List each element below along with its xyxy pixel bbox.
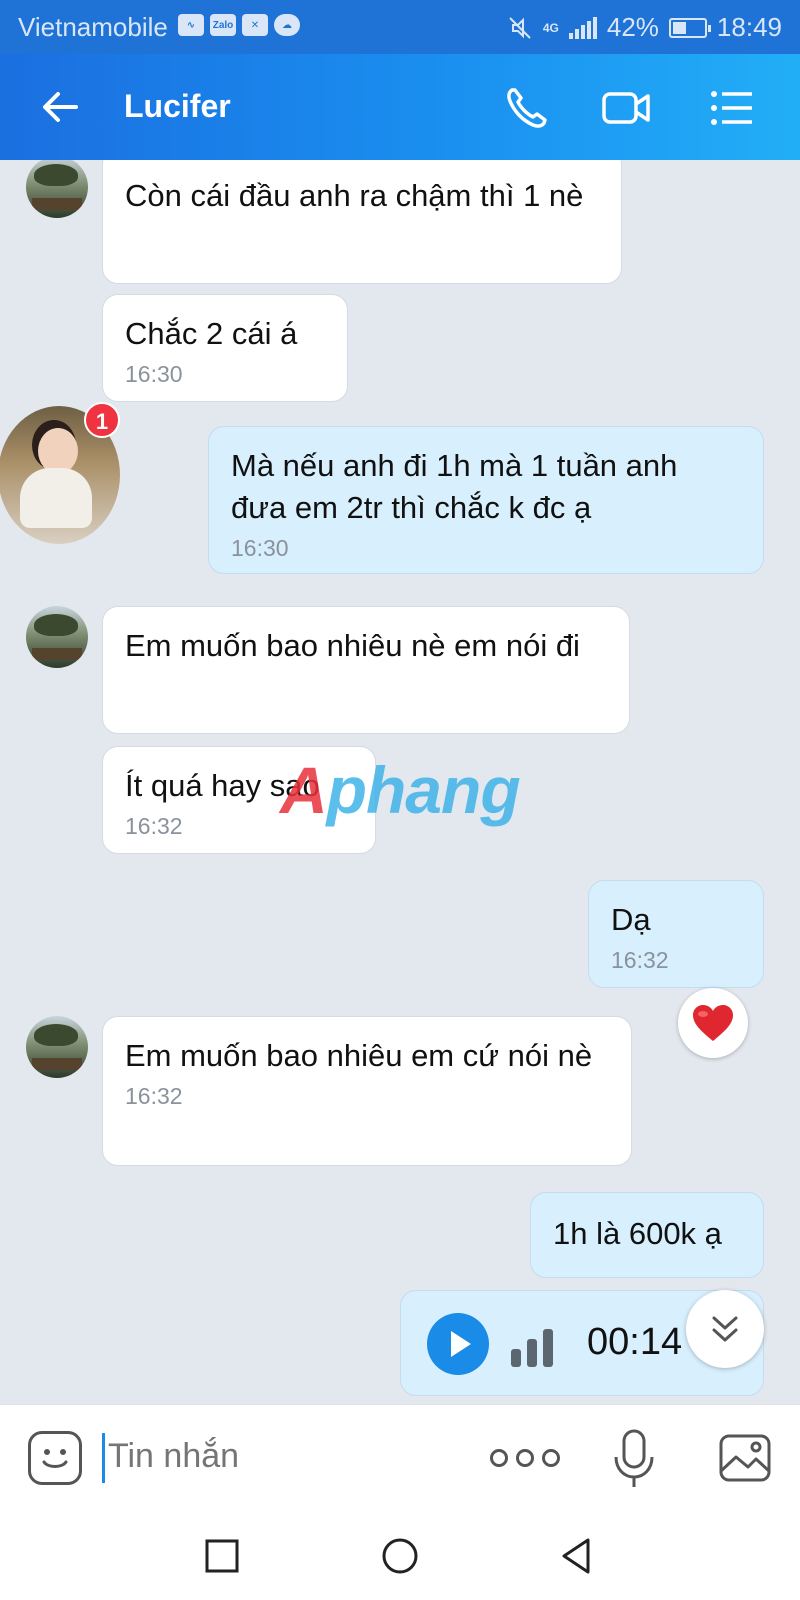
text-caret <box>102 1433 105 1483</box>
network-type: 4G <box>542 20 559 35</box>
mute-icon <box>509 16 531 39</box>
contact-avatar[interactable] <box>26 160 88 218</box>
message-bubble-outgoing[interactable]: 1h là 600k ạ <box>530 1192 764 1278</box>
message-text: Còn cái đầu anh ra chậm thì 1 nè <box>125 178 584 213</box>
image-gallery-icon[interactable] <box>718 1433 772 1483</box>
message-list[interactable]: Còn cái đầu anh ra chậm thì 1 nè Chắc 2 … <box>0 160 800 1404</box>
battery-percent: 42% <box>606 12 659 42</box>
emoji-icon[interactable] <box>28 1431 82 1485</box>
battery-icon <box>668 17 711 38</box>
capcut-icon: ✕ <box>242 14 268 36</box>
back-nav-icon[interactable] <box>556 1536 596 1576</box>
arrow-left-icon[interactable] <box>38 84 84 130</box>
message-bubble-incoming[interactable]: Em muốn bao nhiêu em cứ nói nè 16:32 <box>102 1016 632 1166</box>
status-bar: Vietnamobile ∿ Zalo ✕ ☁ 4G 42% 18:49 <box>0 0 800 54</box>
zalo-icon: Zalo <box>210 14 236 36</box>
scroll-to-bottom-button[interactable] <box>686 1290 764 1368</box>
cloud-icon: ☁ <box>274 14 300 36</box>
double-chevron-down-icon <box>712 1316 738 1342</box>
status-right: 4G 42% 18:49 <box>507 12 782 43</box>
home-icon[interactable] <box>380 1536 420 1576</box>
waveform-icon <box>511 1329 553 1367</box>
phone-icon[interactable] <box>500 82 552 134</box>
signal-icon <box>568 16 597 39</box>
message-bubble-incoming[interactable]: Em muốn bao nhiêu nè em nói đi <box>102 606 630 734</box>
clock: 18:49 <box>716 12 782 42</box>
system-navigation-bar <box>0 1510 800 1600</box>
message-input[interactable] <box>108 1437 448 1476</box>
message-bubble-incoming[interactable]: Chắc 2 cái á 16:30 <box>102 294 348 402</box>
message-time: 16:30 <box>231 535 289 561</box>
contact-avatar[interactable] <box>26 606 88 668</box>
unread-badge: 1 <box>84 402 120 438</box>
contact-name[interactable]: Lucifer <box>124 88 231 125</box>
message-text: Em muốn bao nhiêu nè em nói đi <box>125 628 580 663</box>
carrier-name: Vietnamobile <box>18 12 168 42</box>
microphone-icon[interactable] <box>612 1427 656 1491</box>
contact-avatar[interactable] <box>26 1016 88 1078</box>
notification-icons: ∿ Zalo ✕ ☁ <box>178 14 300 36</box>
heart-icon <box>693 1005 733 1041</box>
message-composer <box>0 1404 800 1510</box>
message-text: Dạ <box>611 902 651 937</box>
more-dots-icon[interactable] <box>490 1449 560 1467</box>
play-icon[interactable] <box>427 1313 489 1375</box>
message-bubble-outgoing[interactable]: Mà nếu anh đi 1h mà 1 tuần anh đưa em 2t… <box>208 426 764 574</box>
reaction-button[interactable] <box>678 988 748 1058</box>
watermark-logo: Aphang <box>280 753 521 827</box>
message-bubble-outgoing[interactable]: Dạ 16:32 <box>588 880 764 988</box>
message-text: Chắc 2 cái á <box>125 316 298 351</box>
menu-list-icon[interactable] <box>706 82 758 134</box>
message-time: 16:32 <box>611 947 669 973</box>
chat-header: Lucifer <box>0 54 800 160</box>
activity-icon: ∿ <box>178 14 204 36</box>
recent-apps-icon[interactable] <box>202 1536 242 1576</box>
message-time: 16:30 <box>125 361 183 387</box>
message-bubble-incoming[interactable]: Còn cái đầu anh ra chậm thì 1 nè <box>102 160 622 284</box>
message-text: Em muốn bao nhiêu em cứ nói nè <box>125 1038 593 1073</box>
message-text: 1h là 600k ạ <box>553 1216 722 1251</box>
voice-duration: 00:14 <box>587 1321 683 1363</box>
video-camera-icon[interactable] <box>600 82 652 134</box>
message-time: 16:32 <box>125 1083 183 1109</box>
message-text: Mà nếu anh đi 1h mà 1 tuần anh đưa em 2t… <box>231 448 678 525</box>
